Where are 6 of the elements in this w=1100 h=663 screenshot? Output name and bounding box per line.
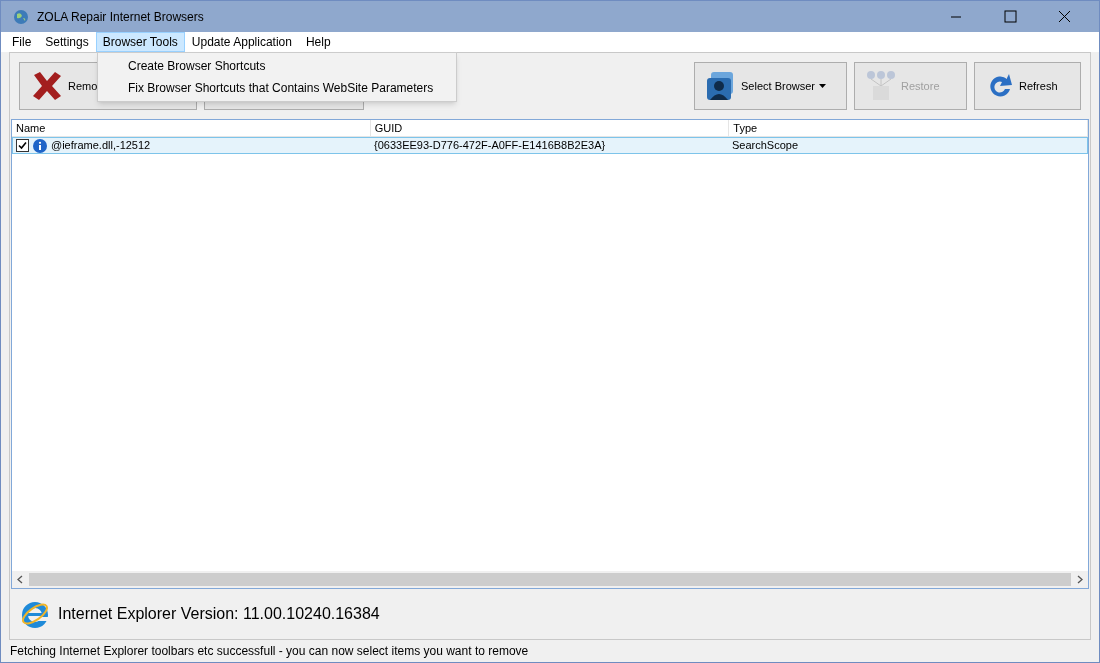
status-text: Fetching Internet Explorer toolbars etc successfull - you can now select items you want to remove [10,643,529,660]
version-label: Internet Explorer Version: 11.00.10240.16384 [58,604,380,624]
table-cell-text: SearchScope [732,138,799,154]
table-cell-text: @ieframe.dll,-12512 [51,138,151,154]
table-cell-text: {0633EE93-D776-472F-A0FF-E1416B8B2E3A} [374,138,606,154]
window-title: ZOLA Repair Internet Browsers [37,8,204,26]
